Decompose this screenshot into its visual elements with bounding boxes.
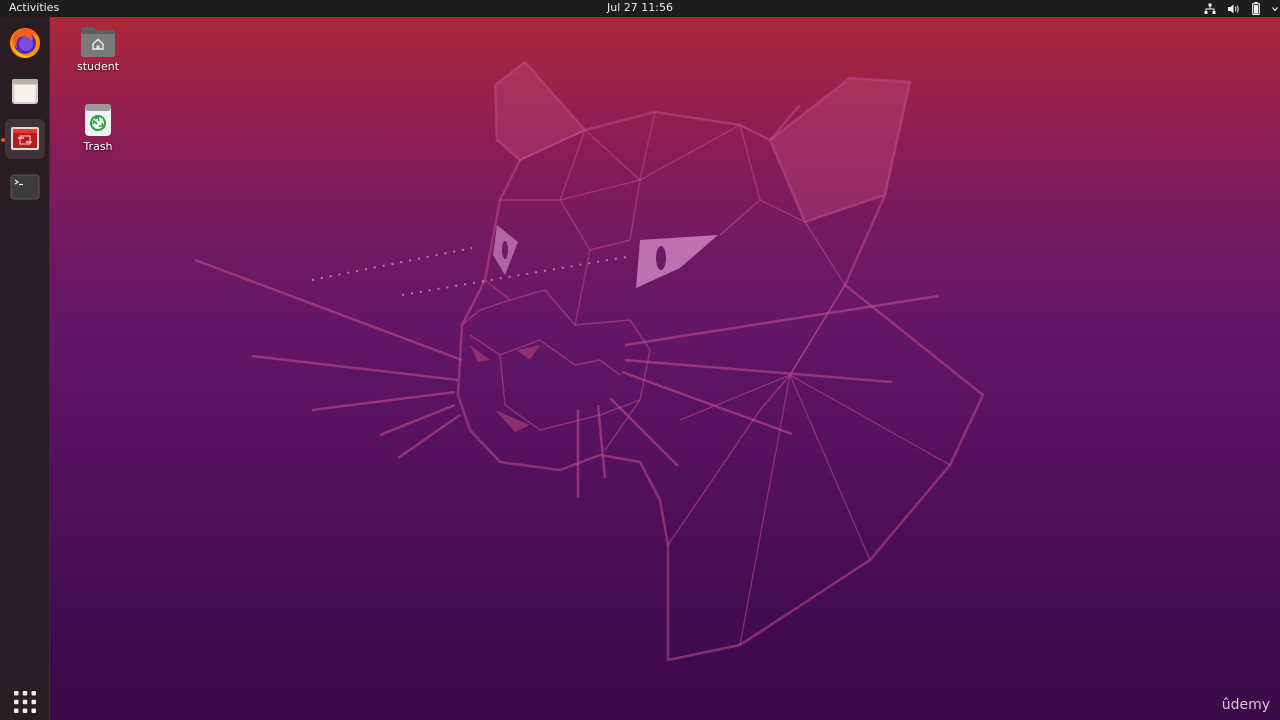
firefox-icon: [10, 28, 40, 58]
clock-datetime[interactable]: Jul 27 11:56: [607, 1, 673, 14]
dock-item-files[interactable]: [5, 71, 45, 111]
desktop-icon-label: Trash: [83, 140, 113, 153]
battery-icon[interactable]: [1249, 2, 1263, 16]
desktop-icon-student[interactable]: student: [63, 24, 133, 73]
show-applications-button[interactable]: [13, 690, 37, 714]
whiskers: [194, 258, 939, 498]
files-icon: [12, 79, 38, 104]
system-menu-chevron-icon[interactable]: [1272, 2, 1278, 16]
udemy-watermark: ûdemy: [1221, 697, 1270, 713]
focal-fossa-icon: [456, 60, 985, 662]
running-indicator: [1, 138, 5, 142]
dock-item-terminal[interactable]: [5, 167, 45, 207]
apps-grid-icon: [14, 691, 36, 713]
activities-button[interactable]: Activities: [9, 1, 59, 15]
desktop-icon-label: student: [76, 60, 120, 73]
volume-icon[interactable]: [1226, 2, 1240, 16]
dock-item-remote-desktop[interactable]: [5, 119, 45, 159]
home-folder-icon: [81, 27, 115, 57]
remote-desktop-icon: [11, 127, 39, 150]
dock: [0, 17, 50, 720]
dock-item-firefox[interactable]: [5, 23, 45, 63]
top-bar: Activities Jul 27 11:56: [0, 0, 1280, 17]
trash-icon: [85, 104, 111, 136]
wallpaper: [194, 60, 985, 662]
system-tray[interactable]: [1203, 0, 1278, 17]
desktop-icon-trash[interactable]: Trash: [63, 102, 133, 153]
terminal-icon: [10, 174, 40, 200]
network-icon[interactable]: [1203, 2, 1217, 16]
dotted-lines: [311, 247, 633, 296]
